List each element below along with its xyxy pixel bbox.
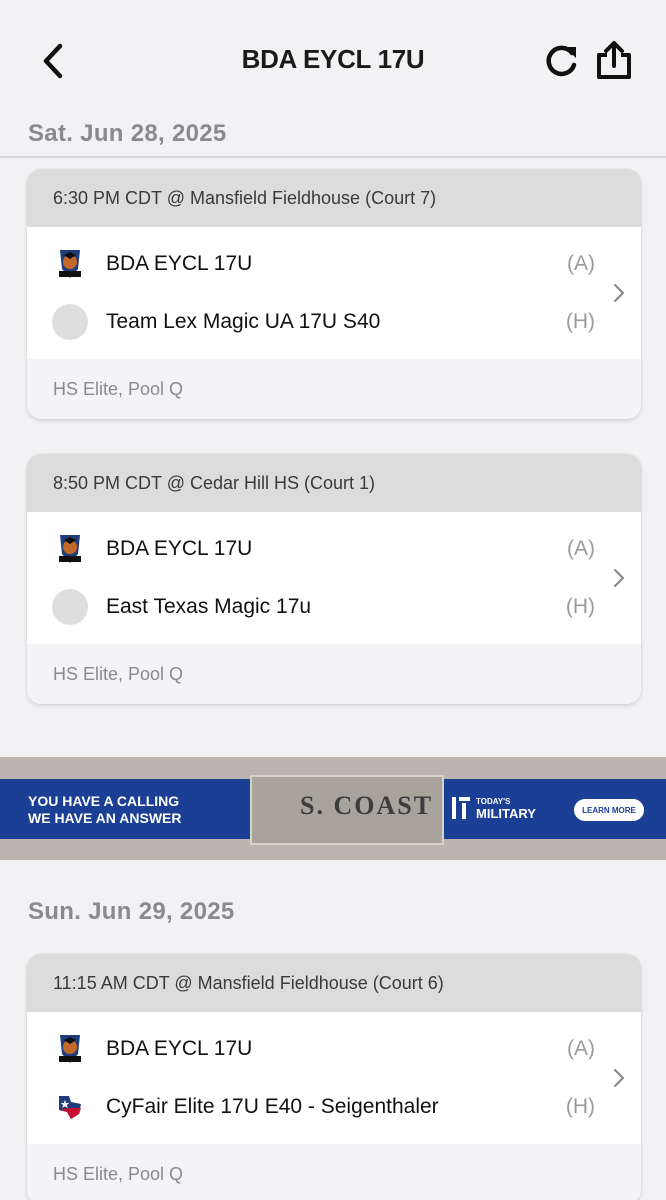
- away-indicator: (A): [567, 537, 595, 560]
- away-indicator: (A): [567, 1037, 595, 1060]
- away-team-name: BDA EYCL 17U: [106, 1037, 253, 1060]
- ad-learn-more-button[interactable]: LEARN MORE: [574, 799, 644, 821]
- home-team-row: East Texas Magic 17u (H): [27, 582, 641, 632]
- matchup: BDA EYCL 17U (A) CyFair Elite 17U E40 - …: [27, 1012, 641, 1144]
- chevron-right-icon: [613, 1068, 625, 1088]
- home-team-row: CyFair Elite 17U E40 - Seigenthaler (H): [27, 1082, 641, 1132]
- ad-headline-line1: YOU HAVE A CALLING: [28, 793, 180, 809]
- away-team-row: BDA EYCL 17U (A): [27, 1024, 641, 1074]
- share-button[interactable]: [592, 38, 636, 82]
- away-team-row: BDA EYCL 17U (A): [27, 239, 641, 289]
- team-placeholder-icon: [51, 303, 89, 341]
- game-division: HS Elite, Pool Q: [27, 1144, 641, 1200]
- home-team-name: East Texas Magic 17u: [106, 595, 312, 618]
- game-card[interactable]: 8:50 PM CDT @ Cedar Hill HS (Court 1) BD…: [27, 454, 641, 704]
- date-header: Sat. Jun 28, 2025: [28, 120, 227, 147]
- nav-header: BDA EYCL 17U: [0, 0, 666, 112]
- date-header: Sun. Jun 29, 2025: [28, 898, 235, 925]
- home-indicator: (H): [565, 310, 595, 333]
- ravens-logo-icon: [51, 530, 89, 568]
- game-time-location: 6:30 PM CDT @ Mansfield Fieldhouse (Cour…: [27, 169, 641, 227]
- ad-brand: TODAY'S MILITARY: [476, 797, 536, 820]
- chevron-right-icon: [613, 283, 625, 303]
- team-placeholder-icon: [51, 588, 89, 626]
- home-team-name: CyFair Elite 17U E40 - Seigenthaler: [106, 1095, 439, 1118]
- ad-brand-line2: MILITARY: [476, 806, 536, 821]
- matchup: BDA EYCL 17U (A) Team Lex Magic UA 17U S…: [27, 227, 641, 359]
- away-indicator: (A): [567, 252, 595, 275]
- refresh-icon: [546, 45, 577, 77]
- home-team-name: Team Lex Magic UA 17U S40: [106, 310, 381, 333]
- ad-headline-line2: WE HAVE AN ANSWER: [28, 810, 182, 826]
- game-card[interactable]: 6:30 PM CDT @ Mansfield Fieldhouse (Cour…: [27, 169, 641, 419]
- ad-banner[interactable]: YOU HAVE A CALLING WE HAVE AN ANSWER S. …: [0, 757, 666, 860]
- texas-flag-logo-icon: [51, 1088, 89, 1126]
- refresh-button[interactable]: [540, 40, 582, 82]
- game-time-location: 8:50 PM CDT @ Cedar Hill HS (Court 1): [27, 454, 641, 512]
- divider: [0, 156, 666, 158]
- home-indicator: (H): [565, 1095, 595, 1118]
- away-team-name: BDA EYCL 17U: [106, 252, 253, 275]
- ad-photo-text: S. COAST: [300, 791, 434, 820]
- matchup: BDA EYCL 17U (A) East Texas Magic 17u (H…: [27, 512, 641, 644]
- chevron-right-icon: [613, 568, 625, 588]
- game-card[interactable]: 11:15 AM CDT @ Mansfield Fieldhouse (Cou…: [27, 954, 641, 1200]
- game-division: HS Elite, Pool Q: [27, 644, 641, 704]
- ravens-logo-icon: [51, 245, 89, 283]
- ad-headline: YOU HAVE A CALLING WE HAVE AN ANSWER: [28, 793, 181, 827]
- share-icon: [597, 41, 631, 79]
- todays-military-logo-icon: [452, 797, 470, 819]
- away-team-row: BDA EYCL 17U (A): [27, 524, 641, 574]
- home-indicator: (H): [565, 595, 595, 618]
- game-division: HS Elite, Pool Q: [27, 359, 641, 419]
- ravens-logo-icon: [51, 1030, 89, 1068]
- home-team-row: Team Lex Magic UA 17U S40 (H): [27, 297, 641, 347]
- away-team-name: BDA EYCL 17U: [106, 537, 253, 560]
- game-time-location: 11:15 AM CDT @ Mansfield Fieldhouse (Cou…: [27, 954, 641, 1012]
